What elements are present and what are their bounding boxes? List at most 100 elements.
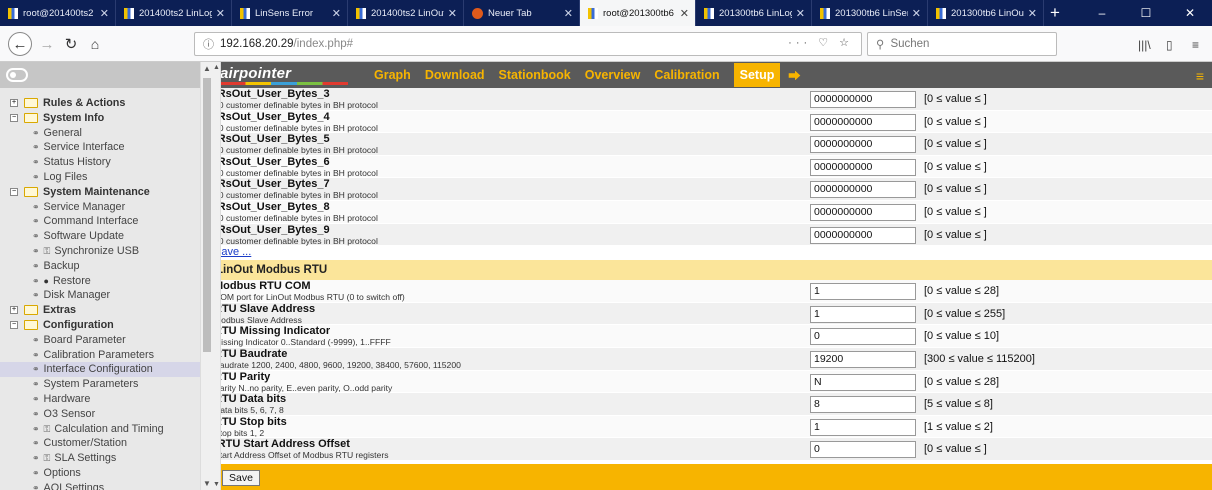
setting-value-input[interactable]: 0000000000 bbox=[810, 181, 916, 199]
content-scrollbar[interactable]: ▲ ▼ bbox=[212, 62, 221, 490]
sidebar-scrollbar[interactable]: ▲ ▼ bbox=[200, 62, 212, 490]
tab-close-icon[interactable]: ✕ bbox=[332, 7, 341, 20]
browser-tab[interactable]: 201300tb6 LinSen ✕ bbox=[812, 0, 928, 26]
maximize-button[interactable]: ☐ bbox=[1124, 0, 1168, 26]
scroll-down-arrow-icon[interactable]: ▼ bbox=[203, 479, 211, 488]
sidebar-item[interactable]: ⚭ AQI Settings bbox=[0, 481, 200, 490]
scroll-down-arrow-icon[interactable]: ▼ bbox=[213, 481, 220, 488]
sidebar-item[interactable]: ⚭ Options bbox=[0, 466, 200, 481]
sidebar-item[interactable]: ⚭ Calibration Parameters bbox=[0, 348, 200, 363]
setting-value-input[interactable]: 0000000000 bbox=[810, 158, 916, 176]
setting-value-input[interactable]: 0000000000 bbox=[810, 113, 916, 131]
sidebar-item[interactable]: ⚭ ⚿ SLA Settings bbox=[0, 451, 200, 466]
setting-value-input[interactable]: 0000000000 bbox=[810, 91, 916, 108]
tab-close-icon[interactable]: ✕ bbox=[100, 7, 109, 20]
reload-icon[interactable]: ↻ bbox=[60, 33, 82, 55]
sidebar-item[interactable]: ⚭ Log Files bbox=[0, 170, 200, 185]
logout-icon[interactable]: ⮕ bbox=[788, 67, 800, 84]
tab-close-icon[interactable]: ✕ bbox=[912, 7, 921, 20]
sidebar-group[interactable]: + Extras bbox=[0, 303, 200, 318]
address-bar[interactable]: ⓘ 192.168.20.29/index.php# ··· ♡ ☆ bbox=[194, 32, 862, 56]
sidebar-item[interactable]: ⚭ Command Interface bbox=[0, 214, 200, 229]
minimize-button[interactable]: – bbox=[1080, 0, 1124, 26]
setting-value-input[interactable]: 0 bbox=[810, 441, 916, 459]
sidebar-item[interactable]: ⚭ Service Manager bbox=[0, 200, 200, 215]
setting-value-input[interactable]: 8 bbox=[810, 396, 916, 414]
setting-range: [300 ≤ value ≤ 115200] bbox=[924, 352, 1035, 365]
menu-item[interactable]: Calibration bbox=[654, 68, 719, 82]
expander-icon[interactable]: − bbox=[10, 321, 18, 330]
menu-item[interactable]: Setup bbox=[733, 63, 781, 87]
sidebar-item[interactable]: ⚭ Backup bbox=[0, 259, 200, 274]
menu-icon[interactable]: ≡ bbox=[1192, 38, 1199, 52]
expander-icon[interactable]: − bbox=[10, 113, 18, 122]
page-action-icons[interactable]: ··· ♡ ☆ bbox=[788, 36, 853, 49]
sidebar-item[interactable]: ⚭ Board Parameter bbox=[0, 333, 200, 348]
sidebar-item[interactable]: ⚭ General bbox=[0, 126, 200, 141]
tab-close-icon[interactable]: ✕ bbox=[796, 7, 805, 20]
tab-close-icon[interactable]: ✕ bbox=[1028, 7, 1037, 20]
home-icon[interactable]: ⌂ bbox=[84, 33, 106, 55]
new-tab-button[interactable]: + bbox=[1044, 0, 1066, 26]
browser-tab[interactable]: 201400ts2 LinLog ✕ bbox=[116, 0, 232, 26]
sidebar-item[interactable]: ⚭ O3 Sensor bbox=[0, 407, 200, 422]
sidebar-group[interactable]: − System Info bbox=[0, 111, 200, 126]
setting-value-input[interactable]: N bbox=[810, 373, 916, 391]
browser-tab[interactable]: 201300tb6 LinOut ✕ bbox=[928, 0, 1044, 26]
forward-arrow-icon[interactable]: → bbox=[36, 33, 58, 55]
setting-value-input[interactable]: 0000000000 bbox=[810, 203, 916, 221]
expander-icon[interactable]: + bbox=[10, 99, 18, 108]
sidebar-item[interactable]: ⚭ ⚿ Synchronize USB bbox=[0, 244, 200, 259]
menu-item[interactable]: Overview bbox=[585, 68, 641, 82]
setting-value-input[interactable]: 1 bbox=[810, 418, 916, 436]
setting-value-input[interactable]: 0000000000 bbox=[810, 226, 916, 244]
browser-tab[interactable]: root@201400ts2 ✕ bbox=[0, 0, 116, 26]
back-arrow-icon[interactable]: ← bbox=[8, 32, 32, 56]
setting-value-input[interactable]: 1 bbox=[810, 283, 916, 301]
browser-tab[interactable]: 201300tb6 LinLog ✕ bbox=[696, 0, 812, 26]
info-icon[interactable]: ⓘ bbox=[203, 36, 214, 52]
tab-close-icon[interactable]: ✕ bbox=[564, 7, 573, 20]
browser-tab[interactable]: root@201300tb6 ✕ bbox=[580, 0, 696, 26]
tab-close-icon[interactable]: ✕ bbox=[680, 7, 689, 20]
setting-value-input[interactable]: 0 bbox=[810, 328, 916, 346]
browser-tab[interactable]: Neuer Tab ✕ bbox=[464, 0, 580, 26]
setting-value-input[interactable]: 19200 bbox=[810, 350, 916, 368]
setting-value-input[interactable]: 1 bbox=[810, 305, 916, 323]
scroll-up-arrow-icon[interactable]: ▲ bbox=[213, 64, 220, 71]
sidebar-item[interactable]: ⚭ Customer/Station bbox=[0, 436, 200, 451]
sidebar-item[interactable]: ⚭ ● Restore bbox=[0, 274, 200, 289]
menu-item[interactable]: Stationbook bbox=[499, 68, 571, 82]
sidebar-item[interactable]: ⚭ Disk Manager bbox=[0, 288, 200, 303]
expander-icon[interactable]: − bbox=[10, 187, 18, 196]
hamburger-icon[interactable]: ≡ bbox=[1196, 68, 1204, 84]
save-button[interactable]: Save bbox=[222, 470, 260, 486]
menu-item[interactable]: Download bbox=[425, 68, 485, 82]
toggle-icon[interactable] bbox=[6, 68, 28, 82]
airpointer-logo[interactable]: airpointer bbox=[220, 65, 360, 85]
sidebar-item[interactable]: ⚭ Service Interface bbox=[0, 140, 200, 155]
browser-tab[interactable]: LinSens Error ✕ bbox=[232, 0, 348, 26]
sidebar-item[interactable]: ⚭ ⚿ Calculation and Timing bbox=[0, 422, 200, 437]
tab-close-icon[interactable]: ✕ bbox=[448, 7, 457, 20]
library-icon[interactable]: |||\ bbox=[1138, 38, 1151, 52]
save-link[interactable]: Save ... bbox=[212, 246, 1212, 258]
sidebar-item[interactable]: ⚭ Hardware bbox=[0, 392, 200, 407]
expander-icon[interactable]: + bbox=[10, 306, 18, 315]
sidebar-item[interactable]: ⚭ Software Update bbox=[0, 229, 200, 244]
sidebar-group[interactable]: − Configuration bbox=[0, 318, 200, 333]
sidebar-item[interactable]: ⚭ System Parameters bbox=[0, 377, 200, 392]
menu-item[interactable]: Graph bbox=[374, 68, 411, 82]
tab-close-icon[interactable]: ✕ bbox=[216, 7, 225, 20]
sidebar-item[interactable]: ⚭ Status History bbox=[0, 155, 200, 170]
close-window-button[interactable]: ✕ bbox=[1168, 0, 1212, 26]
search-input[interactable]: ⚲ Suchen bbox=[867, 32, 1057, 56]
browser-tab[interactable]: 201400ts2 LinOut ✕ bbox=[348, 0, 464, 26]
sidebar-group[interactable]: − System Maintenance bbox=[0, 185, 200, 200]
scroll-up-arrow-icon[interactable]: ▲ bbox=[203, 64, 211, 73]
scrollbar-thumb[interactable] bbox=[203, 78, 211, 352]
sidebar-toggle-icon[interactable]: ▯ bbox=[1166, 38, 1173, 52]
sidebar-group[interactable]: + Rules & Actions bbox=[0, 96, 200, 111]
setting-value-input[interactable]: 0000000000 bbox=[810, 136, 916, 154]
sidebar-item[interactable]: ⚭ Interface Configuration bbox=[0, 362, 200, 378]
